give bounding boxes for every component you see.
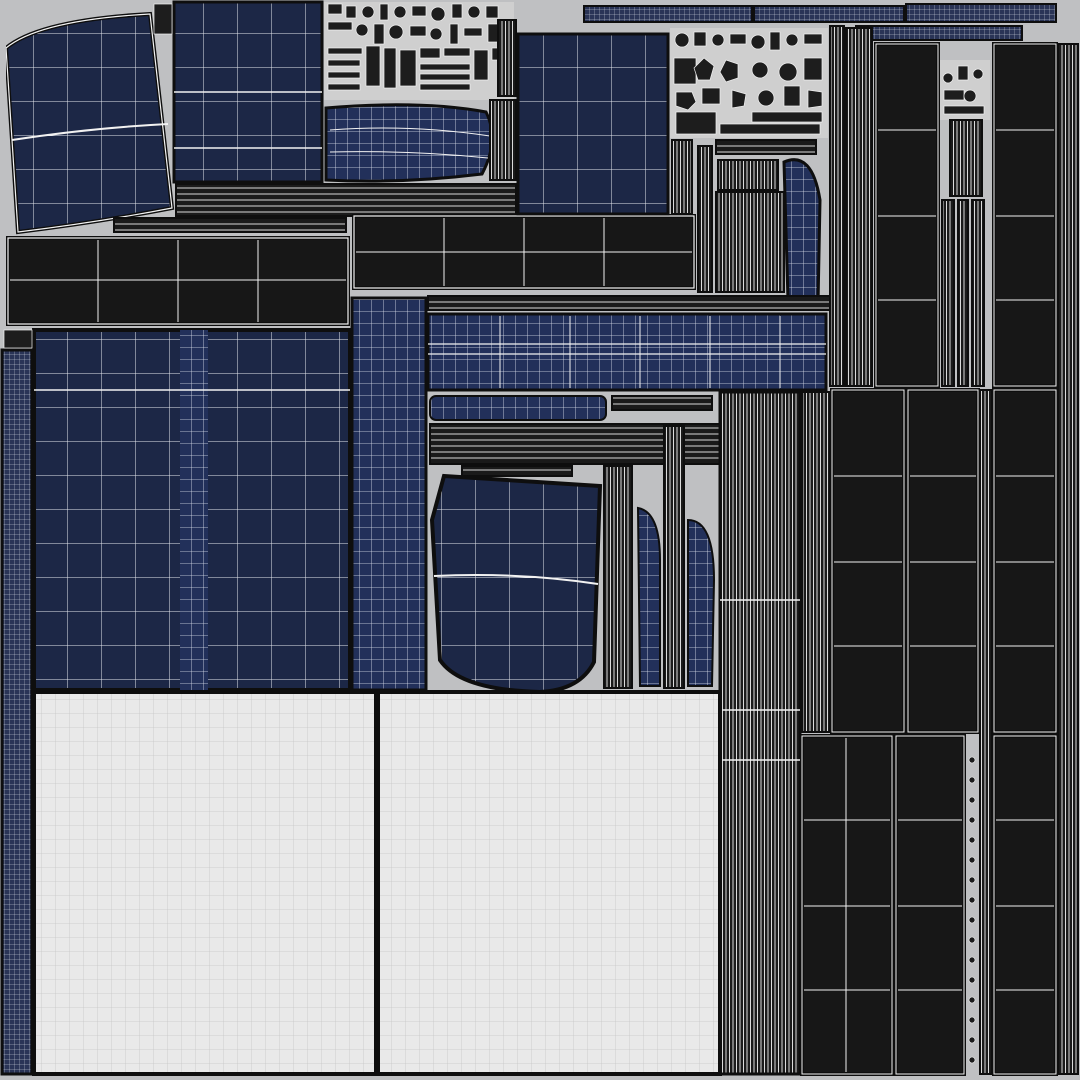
island-horizontal-band-center	[426, 295, 831, 392]
island-dark-slab-center	[352, 214, 696, 290]
island-skewed-panel-top-left	[3, 11, 175, 235]
island-large-navy-panel-left	[32, 328, 352, 692]
dark-panel-5	[992, 388, 1058, 734]
island-fine-grid-strip-left	[0, 348, 34, 1076]
island-small-pieces-top	[324, 2, 514, 100]
dark-panel-3	[830, 388, 906, 734]
dark-panel-7	[894, 734, 966, 1076]
dark-panel-2	[992, 42, 1058, 388]
island-navy-panel-top	[172, 0, 324, 184]
island-light-panel-left	[32, 690, 378, 1076]
island-light-panel-right	[376, 690, 722, 1076]
uv-texture-layout	[0, 0, 1080, 1080]
island-navy-panel-top-center	[516, 32, 670, 216]
island-curved-blade-top	[324, 103, 494, 183]
island-navy-column-center-left	[350, 296, 428, 692]
dark-panel-8	[992, 734, 1058, 1076]
island-dark-slab-left	[6, 236, 350, 326]
island-small-pieces-top-right	[670, 28, 828, 138]
dark-panel-1	[874, 42, 940, 388]
dark-panel-4	[906, 388, 980, 734]
island-skewed-panel-center	[429, 473, 603, 695]
island-narrow-vertical-band	[829, 25, 873, 387]
dark-panel-6	[800, 734, 894, 1076]
